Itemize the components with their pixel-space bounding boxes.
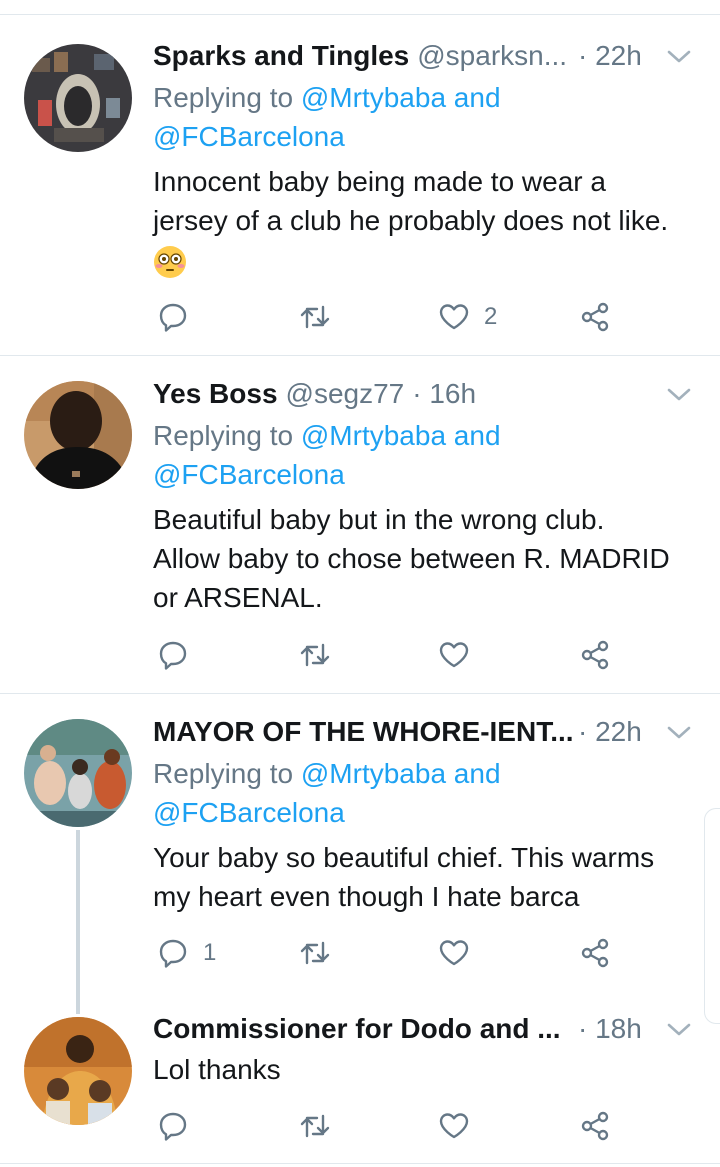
retweet-button[interactable]: [299, 933, 331, 973]
retweet-icon: [300, 1114, 330, 1138]
retweet-icon: [300, 305, 330, 329]
action-bar: 1: [0, 933, 720, 973]
reply-button[interactable]: [157, 297, 203, 337]
retweet-button[interactable]: [299, 297, 331, 337]
user-handle[interactable]: @segz77: [286, 376, 405, 412]
share-button[interactable]: [579, 933, 611, 973]
reply-button[interactable]: [157, 1106, 189, 1146]
replying-to: Replying to @Mrtybaba and: [153, 758, 501, 789]
tweet-time[interactable]: · 22h: [578, 714, 642, 750]
reply-icon: [159, 641, 187, 670]
mention-link[interactable]: @Mrtybaba: [301, 758, 446, 789]
retweet-icon: [300, 643, 330, 667]
avatar[interactable]: [24, 381, 132, 489]
retweet-button[interactable]: [299, 1106, 331, 1146]
mention-link[interactable]: @Mrtybaba: [301, 420, 446, 451]
mention-link[interactable]: @Mrtybaba: [301, 82, 446, 113]
like-icon: [439, 642, 469, 668]
display-name[interactable]: MAYOR OF THE WHORE-IENT...: [153, 714, 574, 750]
like-button[interactable]: 2: [438, 297, 497, 337]
display-name[interactable]: Sparks and Tingles: [153, 38, 409, 74]
tweet-time[interactable]: · 16h: [412, 376, 476, 412]
share-icon: [581, 1111, 609, 1141]
tweet-time[interactable]: · 22h: [578, 38, 642, 74]
action-bar: [0, 635, 720, 675]
reply-icon: [159, 1112, 187, 1141]
mention-link[interactable]: @FCBarcelona: [153, 459, 345, 490]
display-name[interactable]: Commissioner for Dodo and ...: [153, 1011, 561, 1047]
like-icon: [439, 940, 469, 966]
flushed-face-emoji: [154, 246, 186, 278]
like-button[interactable]: [438, 1106, 470, 1146]
like-button[interactable]: [438, 635, 470, 675]
retweet-button[interactable]: [299, 635, 331, 675]
like-count: 2: [484, 303, 498, 330]
like-icon: [439, 304, 469, 330]
avatar[interactable]: [24, 44, 132, 152]
replying-to-line2: @FCBarcelona: [153, 793, 345, 832]
display-name[interactable]: Yes Boss: [153, 376, 278, 412]
chevron-down-icon[interactable]: [664, 42, 694, 72]
tweet-text: Your baby so beautiful chief. This warms…: [153, 842, 655, 912]
like-icon: [439, 1113, 469, 1139]
retweet-icon: [300, 941, 330, 965]
mention-link[interactable]: @FCBarcelona: [153, 797, 345, 828]
avatar-image-portrait: [24, 381, 132, 489]
divider: [0, 693, 720, 694]
reply-icon: [159, 939, 187, 968]
action-bar: [0, 1106, 720, 1146]
replying-to-line2: @FCBarcelona: [153, 117, 345, 156]
tweet-text: Lol thanks: [153, 1054, 281, 1085]
tweet-time[interactable]: · 18h: [578, 1011, 642, 1047]
replying-to: Replying to @Mrtybaba and: [153, 420, 501, 451]
top-divider: [0, 14, 720, 15]
replying-to: Replying to @Mrtybaba and: [153, 82, 501, 113]
thread-line: [76, 830, 80, 1014]
share-button[interactable]: [579, 297, 611, 337]
tweet-text: Innocent baby being made to wear a jerse…: [153, 166, 669, 236]
edge-panel-handle[interactable]: [704, 808, 720, 1024]
reply-button[interactable]: [157, 635, 189, 675]
like-button[interactable]: [438, 933, 470, 973]
avatar[interactable]: [24, 719, 132, 827]
reply-count: 1: [203, 939, 217, 966]
share-button[interactable]: [579, 1106, 611, 1146]
share-icon: [581, 938, 609, 968]
share-icon: [581, 302, 609, 332]
user-handle[interactable]: @sparksn...: [417, 38, 567, 74]
tweet-text: Beautiful baby but in the wrong club. Al…: [153, 504, 670, 613]
reply-button[interactable]: 1: [157, 933, 216, 973]
reply-icon: [159, 303, 187, 332]
replying-to-line2: @FCBarcelona: [153, 455, 345, 494]
share-button[interactable]: [579, 635, 611, 675]
action-bar: 2: [0, 297, 720, 337]
chevron-down-icon[interactable]: [664, 1015, 694, 1045]
mention-link[interactable]: @FCBarcelona: [153, 121, 345, 152]
avatar-image-collage: [24, 44, 132, 152]
chevron-down-icon[interactable]: [664, 718, 694, 748]
avatar-image-group: [24, 719, 132, 827]
share-icon: [581, 640, 609, 670]
divider: [0, 1163, 720, 1164]
chevron-down-icon[interactable]: [664, 380, 694, 410]
divider: [0, 355, 720, 356]
